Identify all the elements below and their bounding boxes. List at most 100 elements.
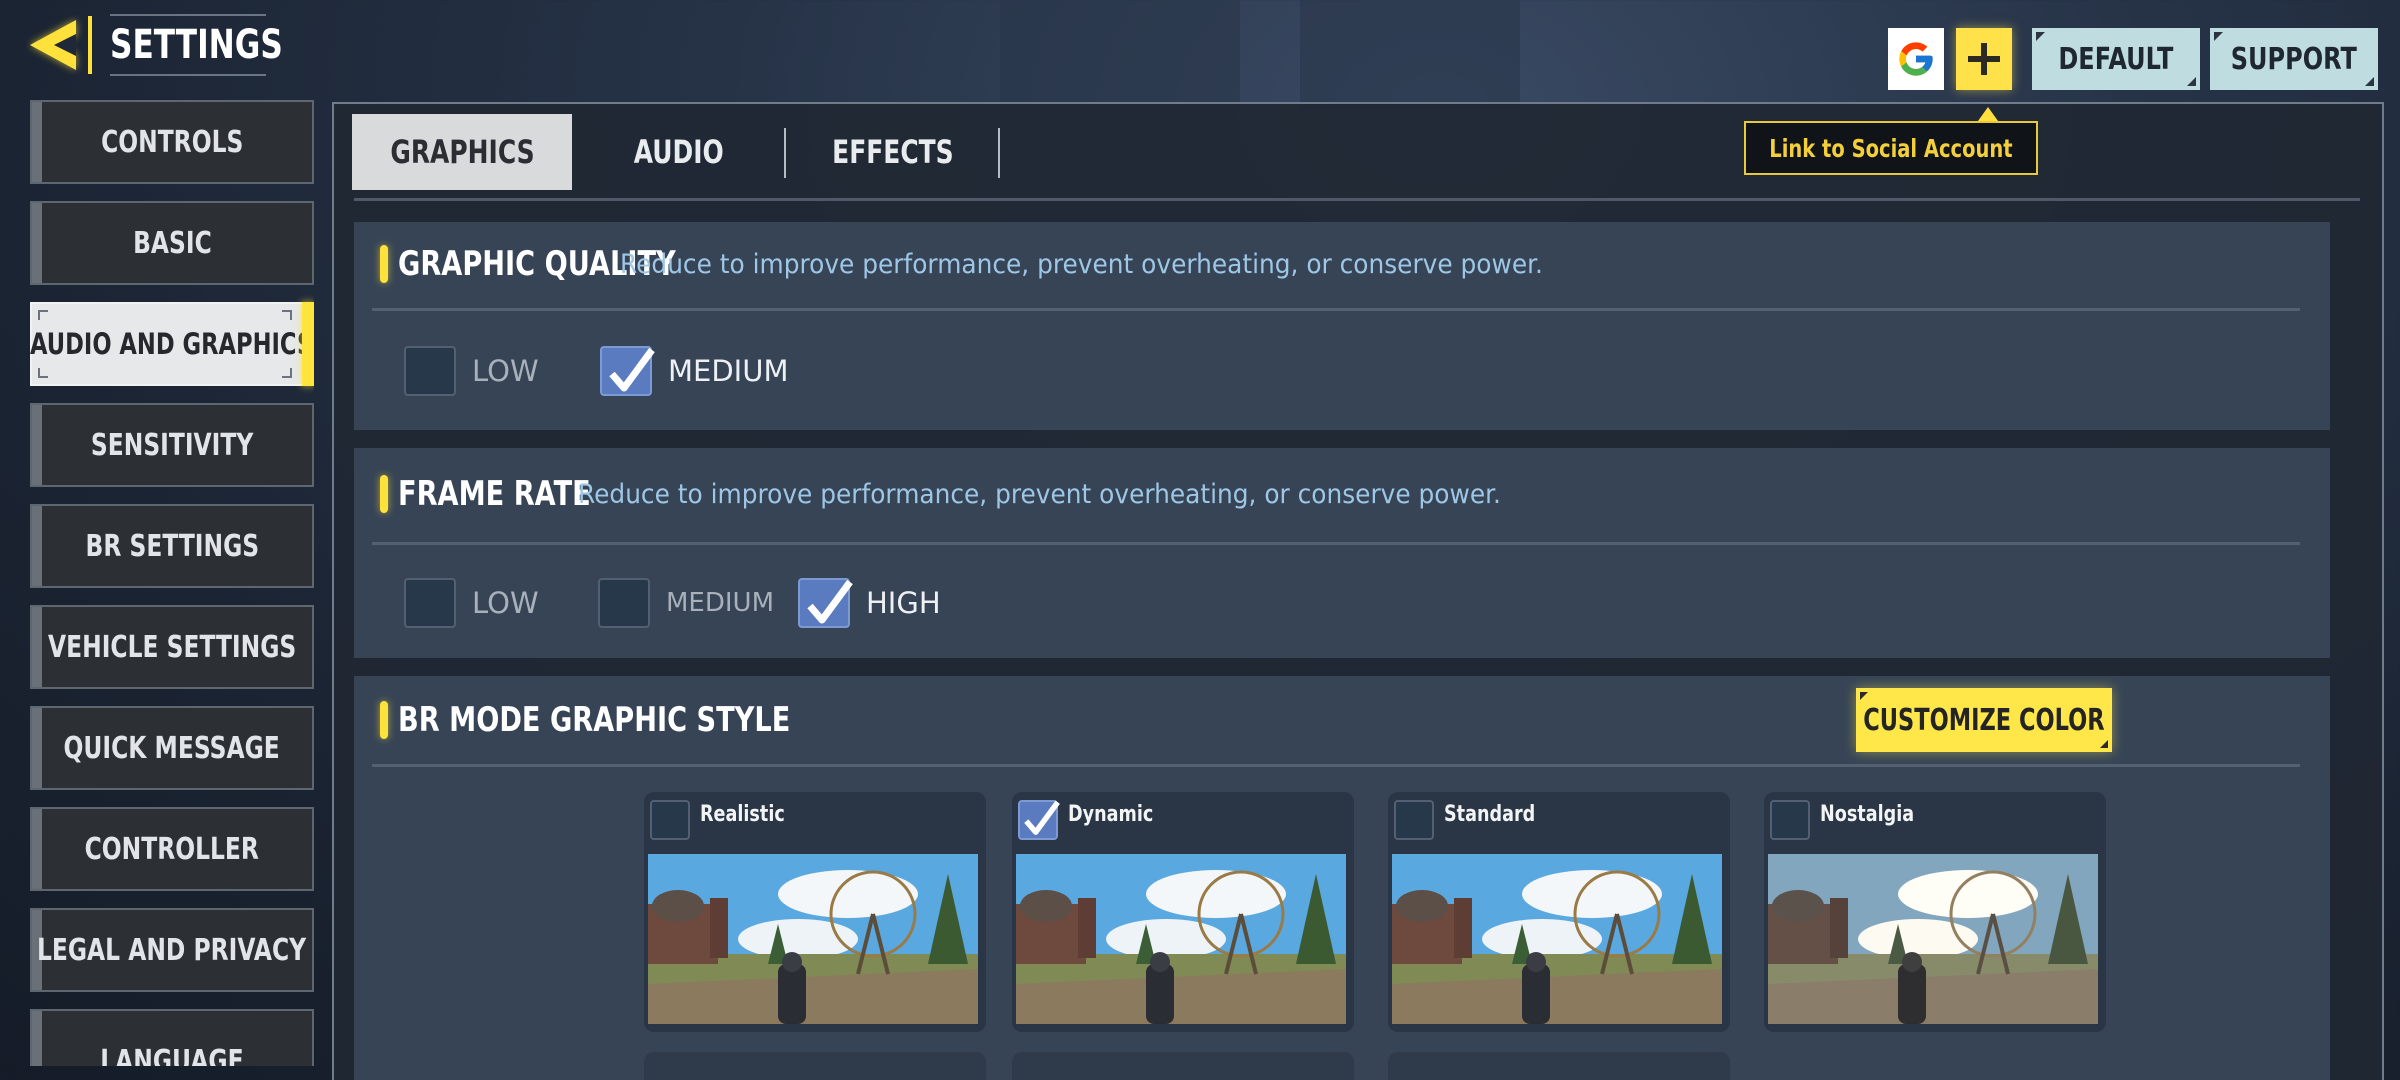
sidebar-item-vehicle-settings[interactable]: VEHICLE SETTINGS (30, 605, 314, 689)
sidebar-item-label: LEGAL AND PRIVACY (37, 932, 307, 968)
sidebar-item-label: LANGUAGE (100, 1044, 244, 1066)
corner-bracket (282, 368, 292, 378)
style-card-partial (1388, 1052, 1730, 1080)
default-button[interactable]: DEFAULT (2032, 28, 2200, 90)
tab-graphics[interactable]: GRAPHICS (352, 114, 572, 190)
option-label: MEDIUM (668, 354, 789, 388)
style-card-dynamic[interactable]: Dynamic (1012, 792, 1354, 1032)
frame-rate-low-option[interactable]: LOW (404, 578, 539, 628)
graphic-quality-section: GRAPHIC QUALITY Reduce to improve perfor… (354, 222, 2330, 430)
sidebar-item-controller[interactable]: CONTROLLER (30, 807, 314, 891)
tab-label: GRAPHICS (389, 133, 535, 171)
style-preview-image (648, 854, 978, 1024)
scene-thumbnail (1392, 854, 1722, 1024)
frame-rate-medium-option[interactable]: MEDIUM (598, 578, 774, 628)
style-card-partial (1012, 1052, 1354, 1080)
sidebar-item-controls[interactable]: CONTROLS (30, 100, 314, 184)
sidebar-item-label: AUDIO AND GRAPHICS (30, 327, 314, 361)
corner-bracket (282, 310, 292, 320)
scene-thumbnail (1768, 854, 2098, 1024)
social-account-tooltip: Link to Social Account (1744, 107, 2038, 175)
tabs-divider (354, 198, 2360, 201)
graphic-quality-low-option[interactable]: LOW (404, 346, 539, 396)
checkbox-checked[interactable] (1018, 800, 1060, 840)
sidebar-item-label: BASIC (132, 225, 212, 261)
sidebar-item-audio-and-graphics[interactable]: AUDIO AND GRAPHICS (30, 302, 314, 386)
frame-rate-high-option[interactable]: HIGH (798, 578, 941, 628)
tab-divider (998, 128, 1000, 178)
checkbox[interactable] (404, 578, 456, 628)
style-name: Realistic (700, 802, 785, 827)
section-accent-bar (380, 475, 388, 513)
frame-rate-section: FRAME RATE Reduce to improve performance… (354, 448, 2330, 658)
style-card-partial (644, 1052, 986, 1080)
checkmark-icon (807, 579, 853, 624)
sidebar-item-label: CONTROLS (100, 124, 244, 160)
section-title: BR MODE GRAPHIC STYLE (398, 700, 791, 740)
sidebar-item-label: BR SETTINGS (85, 528, 259, 564)
graphic-quality-medium-option[interactable]: MEDIUM (600, 346, 788, 396)
section-title: FRAME RATE (398, 474, 591, 514)
section-divider (372, 764, 2300, 767)
tab-audio[interactable]: AUDIO (572, 114, 786, 190)
tab-label: AUDIO (633, 133, 725, 171)
checkmark-icon (609, 347, 655, 392)
google-logo-icon (1899, 42, 1933, 76)
br-mode-graphic-style-section: BR MODE GRAPHIC STYLE CUSTOMIZE COLOR Re… (354, 676, 2330, 1080)
style-card-nostalgia[interactable]: Nostalgia (1764, 792, 2106, 1032)
checkbox-checked[interactable] (600, 346, 655, 396)
sidebar-item-label: SENSITIVITY (90, 427, 254, 463)
corner-bracket (38, 310, 48, 320)
checkbox-checked[interactable] (798, 578, 853, 628)
checkbox[interactable] (650, 800, 690, 840)
section-accent-bar (380, 701, 388, 739)
section-header: GRAPHIC QUALITY Reduce to improve perfor… (380, 244, 1623, 284)
sidebar-item-basic[interactable]: BASIC (30, 201, 314, 285)
checkbox[interactable] (1770, 800, 1810, 840)
google-link-button[interactable] (1888, 28, 1944, 90)
checkbox[interactable] (1394, 800, 1434, 840)
checkbox[interactable] (404, 346, 456, 396)
option-label: HIGH (866, 586, 941, 620)
section-divider (372, 308, 2300, 311)
plus-icon (1968, 43, 2000, 75)
option-label: MEDIUM (666, 588, 775, 618)
style-card-realistic[interactable]: Realistic (644, 792, 986, 1032)
scene-thumbnail (1016, 854, 1346, 1024)
settings-panel: GRAPHICS AUDIO EFFECTS GRAPHIC QUALITY R… (332, 102, 2384, 1080)
style-preview-image (1768, 854, 2098, 1024)
section-header: BR MODE GRAPHIC STYLE (380, 700, 888, 740)
support-button[interactable]: SUPPORT (2210, 28, 2378, 90)
style-preview-image (1392, 854, 1722, 1024)
checkbox[interactable] (598, 578, 650, 628)
section-description: Reduce to improve performance, prevent o… (620, 248, 1543, 280)
style-preview-image (1016, 854, 1346, 1024)
back-button[interactable] (26, 14, 106, 76)
style-name: Dynamic (1068, 802, 1154, 827)
style-name: Nostalgia (1820, 802, 1915, 827)
tab-label: EFFECTS (832, 133, 954, 171)
background-shape (1000, 0, 1240, 110)
option-label: LOW (472, 586, 539, 620)
page-title: SETTINGS (110, 14, 283, 76)
back-arrow-icon (30, 16, 92, 74)
sidebar-item-quick-message[interactable]: QUICK MESSAGE (30, 706, 314, 790)
sidebar-item-language[interactable]: LANGUAGE (30, 1009, 314, 1066)
style-name: Standard (1444, 802, 1536, 827)
add-social-account-button[interactable] (1956, 28, 2012, 90)
style-card-standard[interactable]: Standard (1388, 792, 1730, 1032)
customize-color-button[interactable]: CUSTOMIZE COLOR (1856, 688, 2112, 752)
page-title-text: SETTINGS (110, 22, 283, 68)
corner-bracket (38, 368, 48, 378)
checkmark-icon (1024, 800, 1060, 835)
scene-thumbnail (648, 854, 978, 1024)
sidebar-item-legal-and-privacy[interactable]: LEGAL AND PRIVACY (30, 908, 314, 992)
sidebar-item-br-settings[interactable]: BR SETTINGS (30, 504, 314, 588)
section-header: FRAME RATE Reduce to improve performance… (380, 474, 1581, 514)
sidebar-item-sensitivity[interactable]: SENSITIVITY (30, 403, 314, 487)
tab-effects[interactable]: EFFECTS (786, 114, 1000, 190)
section-title: GRAPHIC QUALITY (398, 244, 676, 284)
sidebar-item-label: QUICK MESSAGE (63, 730, 281, 766)
sidebar-item-label: VEHICLE SETTINGS (47, 629, 297, 665)
tab-bar: GRAPHICS AUDIO EFFECTS (352, 114, 1000, 190)
